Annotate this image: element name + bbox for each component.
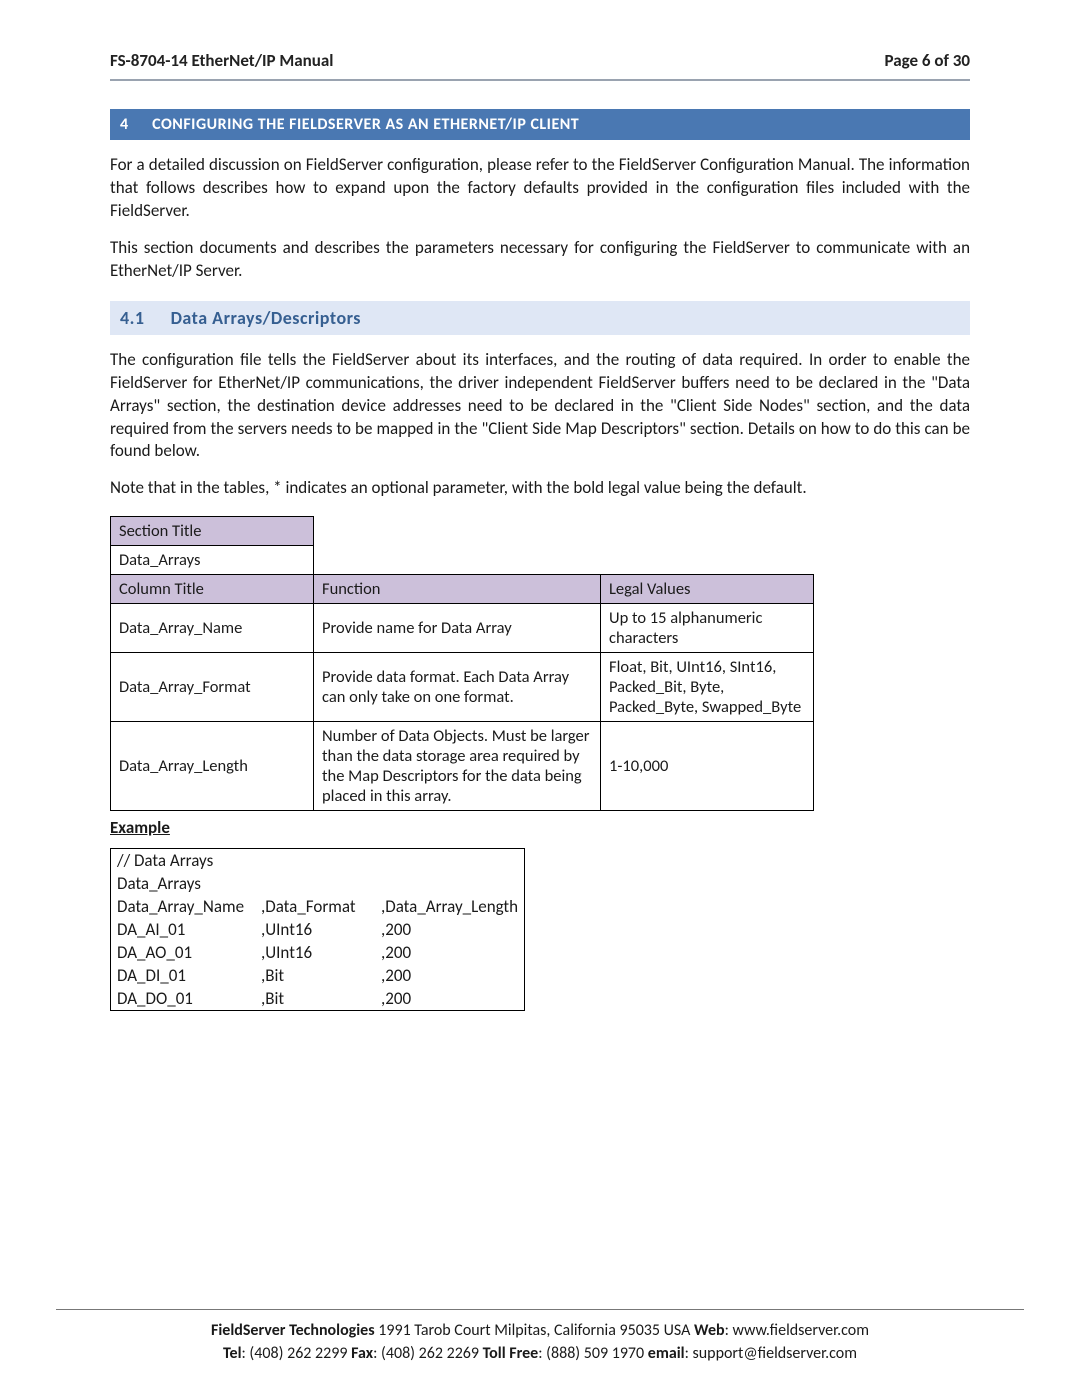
blank-cell [314,546,814,575]
page: FS-8704-14 EtherNet/IP Manual Page 6 of … [0,0,1080,1397]
cell-function: Provide data format. Each Data Array can… [314,653,601,722]
example-label: Example [110,817,970,838]
page-header: FS-8704-14 EtherNet/IP Manual Page 6 of … [110,50,970,81]
footer-fax: : (408) 262 2269 [373,1344,483,1363]
example-row: DA_AI_01 ,UInt16 ,200 [111,918,525,941]
example-header: ,Data_Format [255,895,375,918]
example-cell: ,Bit [255,987,375,1011]
doc-title: FS-8704-14 EtherNet/IP Manual [110,50,333,71]
footer-web-label: Web [694,1321,725,1340]
section-number: 4 [120,115,148,134]
example-cell: ,UInt16 [255,918,375,941]
paragraph-1: For a detailed discussion on FieldServer… [110,154,970,223]
subsection-title: Data Arrays/Descriptors [171,307,361,329]
footer-email: : support@fieldserver.com [685,1344,857,1363]
footer-toll-label: Toll Free [483,1344,539,1363]
cell-column: Data_Array_Name [111,604,314,653]
paragraph-3: The configuration file tells the FieldSe… [110,349,970,464]
example-table: // Data Arrays Data_Arrays Data_Array_Na… [110,848,525,1011]
footer-fax-label: Fax [351,1344,373,1363]
cell-legal: Up to 15 alphanumeric characters [601,604,814,653]
header-function: Function [314,575,601,604]
example-cell: ,UInt16 [255,941,375,964]
example-cell: DA_DI_01 [111,964,256,987]
example-cell: ,Bit [255,964,375,987]
page-footer: FieldServer Technologies 1991 Tarob Cour… [56,1309,1024,1365]
example-header: Data_Array_Name [111,895,256,918]
footer-line-2: Tel: (408) 262 2299 Fax: (408) 262 2269 … [56,1343,1024,1365]
example-section: Data_Arrays [111,872,525,895]
footer-toll: : (888) 509 1970 [538,1344,648,1363]
paragraph-2: This section documents and describes the… [110,237,970,283]
footer-line-1: FieldServer Technologies 1991 Tarob Cour… [56,1320,1024,1342]
section-title-label: Section Title [111,517,314,546]
example-comment: // Data Arrays [111,849,525,873]
cell-column: Data_Array_Format [111,653,314,722]
page-number: Page 6 of 30 [885,50,970,71]
footer-address: 1991 Tarob Court Milpitas, California 95… [375,1321,694,1340]
footer-company: FieldServer Technologies [211,1321,375,1340]
header-column-title: Column Title [111,575,314,604]
blank-cell [314,517,814,546]
table-row: Data_Array_Name Provide name for Data Ar… [111,604,814,653]
section-title: CONFIGURING THE FIELDSERVER AS AN ETHERN… [152,115,579,134]
example-cell: ,200 [375,964,525,987]
cell-column: Data_Array_Length [111,722,314,811]
example-cell: DA_AO_01 [111,941,256,964]
example-cell: DA_AI_01 [111,918,256,941]
footer-web: : www.fieldserver.com [725,1321,869,1340]
footer-tel-label: Tel [223,1344,242,1363]
footer-email-label: email [648,1344,685,1363]
example-header: ,Data_Array_Length [375,895,525,918]
table-row: Data_Array_Length Number of Data Objects… [111,722,814,811]
subsection-number: 4.1 [120,307,166,329]
table-row: Data_Array_Format Provide data format. E… [111,653,814,722]
paragraph-4: Note that in the tables, * indicates an … [110,477,970,500]
example-cell: ,200 [375,941,525,964]
example-row: DA_AO_01 ,UInt16 ,200 [111,941,525,964]
cell-legal: Float, Bit, UInt16, SInt16, Packed_Bit, … [601,653,814,722]
example-row: DA_DO_01 ,Bit ,200 [111,987,525,1011]
cell-function: Provide name for Data Array [314,604,601,653]
cell-function: Number of Data Objects. Must be larger t… [314,722,601,811]
example-row: DA_DI_01 ,Bit ,200 [111,964,525,987]
example-cell: ,200 [375,987,525,1011]
section-title-value: Data_Arrays [111,546,314,575]
example-cell: ,200 [375,918,525,941]
section-heading: 4 CONFIGURING THE FIELDSERVER AS AN ETHE… [110,109,970,140]
footer-tel: : (408) 262 2299 [242,1344,352,1363]
cell-legal: 1-10,000 [601,722,814,811]
header-legal-values: Legal Values [601,575,814,604]
subsection-heading: 4.1 Data Arrays/Descriptors [110,301,970,335]
parameter-table: Section Title Data_Arrays Column Title F… [110,516,814,811]
example-cell: DA_DO_01 [111,987,256,1011]
